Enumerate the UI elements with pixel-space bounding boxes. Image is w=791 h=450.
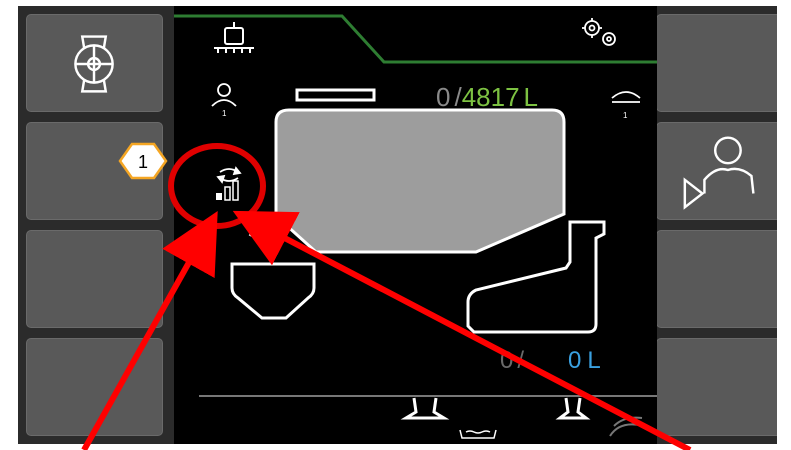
rinse-tank-current: 0 — [500, 347, 513, 374]
operator-1-icon — [211, 83, 237, 107]
operator-start-button[interactable] — [656, 122, 777, 220]
main-tank[interactable] — [274, 88, 566, 254]
settings-gears-icon[interactable] — [582, 18, 616, 46]
svg-text:1: 1 — [222, 109, 227, 118]
main-tank-current: 0 — [436, 82, 450, 112]
svg-text:1: 1 — [623, 111, 628, 120]
svg-text:0/4817L: 0/4817 L — [436, 82, 538, 112]
empty-soft-key-r1[interactable] — [656, 14, 777, 112]
rinse-tank-amount: 0 — [568, 347, 581, 374]
nozzle-1-icon — [611, 91, 641, 103]
catch-tray-icon — [459, 429, 497, 439]
callout-number: 1 — [137, 152, 148, 172]
main-tank-fill — [274, 108, 566, 254]
pump-valve-icon — [74, 35, 114, 93]
main-tank-unit: L — [524, 82, 538, 112]
empty-soft-key-3[interactable] — [26, 230, 163, 328]
pump-valve-button[interactable] — [26, 14, 163, 112]
induction-hopper-icon[interactable] — [230, 229, 316, 320]
operator-play-icon — [683, 136, 755, 210]
rinse-tank-unit: L — [587, 347, 600, 374]
rinse-tank-separator: / — [517, 347, 524, 374]
main-tank-capacity: 4817 — [462, 82, 520, 112]
boom-section-icon — [400, 397, 591, 420]
terminal-screen: 1 0/4817 L 1 0 / 0 L — [18, 6, 777, 444]
signal-strength-icon — [216, 180, 239, 201]
empty-soft-key-4[interactable] — [26, 338, 163, 436]
tab-border — [174, 14, 657, 64]
flush-icon — [609, 416, 645, 437]
sprayer-boom-icon[interactable] — [214, 22, 254, 53]
empty-soft-key-r4[interactable] — [656, 338, 777, 436]
empty-soft-key-r3[interactable] — [656, 230, 777, 328]
main-display: 1 0/4817 L 1 0 / 0 L — [174, 6, 657, 444]
fill-mode-cycle-icon — [216, 166, 242, 184]
svg-text:0/0L: 0/0 L — [500, 347, 601, 374]
